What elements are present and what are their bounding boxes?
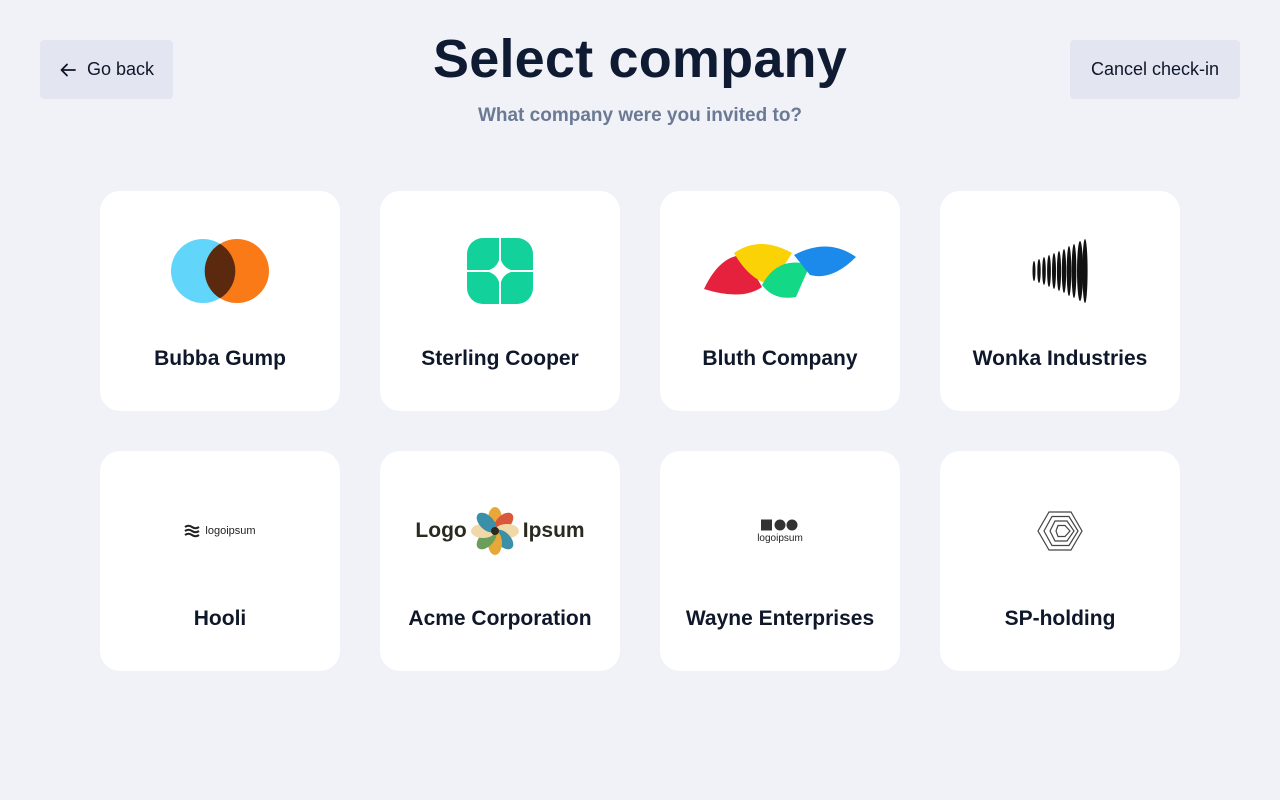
logo-wordmark: logoipsum — [205, 525, 256, 537]
company-name: Acme Corporation — [408, 607, 592, 630]
company-card-acme-corporation[interactable]: Logo Ipsum Acme Corporation — [380, 451, 620, 671]
hexagon-logo-icon — [940, 491, 1180, 571]
company-card-sterling-cooper[interactable]: Sterling Cooper — [380, 191, 620, 411]
logo-ipsum-flower-logo-icon: Logo Ipsum — [380, 491, 620, 571]
overlapping-circles-logo-icon — [100, 231, 340, 311]
company-card-bubba-gump[interactable]: Bubba Gump — [100, 191, 340, 411]
company-name: Wayne Enterprises — [685, 607, 875, 630]
company-name: Wonka Industries — [972, 347, 1148, 370]
logo-wordmark-right: Ipsum — [522, 519, 585, 542]
company-grid: Bubba Gump Sterling Cooper Bluth Company — [100, 191, 1180, 671]
company-card-wonka-industries[interactable]: Wonka Industries — [940, 191, 1180, 411]
logo-wordmark: logoipsum — [757, 532, 803, 544]
logoipsum-waves-logo-icon: logoipsum — [100, 491, 340, 571]
company-card-wayne-enterprises[interactable]: logoipsum Wayne Enterprises — [660, 451, 900, 671]
logoipsum-shapes-logo-icon: logoipsum — [660, 491, 900, 571]
company-card-hooli[interactable]: logoipsum Hooli — [100, 451, 340, 671]
page-subtitle: What company were you invited to? — [477, 105, 803, 126]
company-name: Sterling Cooper — [421, 347, 579, 370]
company-card-sp-holding[interactable]: SP-holding — [940, 451, 1180, 671]
company-card-bluth-company[interactable]: Bluth Company — [660, 191, 900, 411]
four-petal-logo-icon — [380, 231, 620, 311]
company-name: Bluth Company — [702, 347, 858, 370]
company-name: SP-holding — [1004, 607, 1116, 630]
company-name: Bubba Gump — [154, 347, 286, 370]
cancel-check-in-button[interactable]: Cancel check-in — [1070, 40, 1240, 99]
logo-wordmark-left: Logo — [415, 519, 467, 542]
colorful-leaves-logo-icon — [660, 231, 900, 311]
vertical-lines-logo-icon — [940, 231, 1180, 311]
company-name: Hooli — [193, 607, 247, 630]
